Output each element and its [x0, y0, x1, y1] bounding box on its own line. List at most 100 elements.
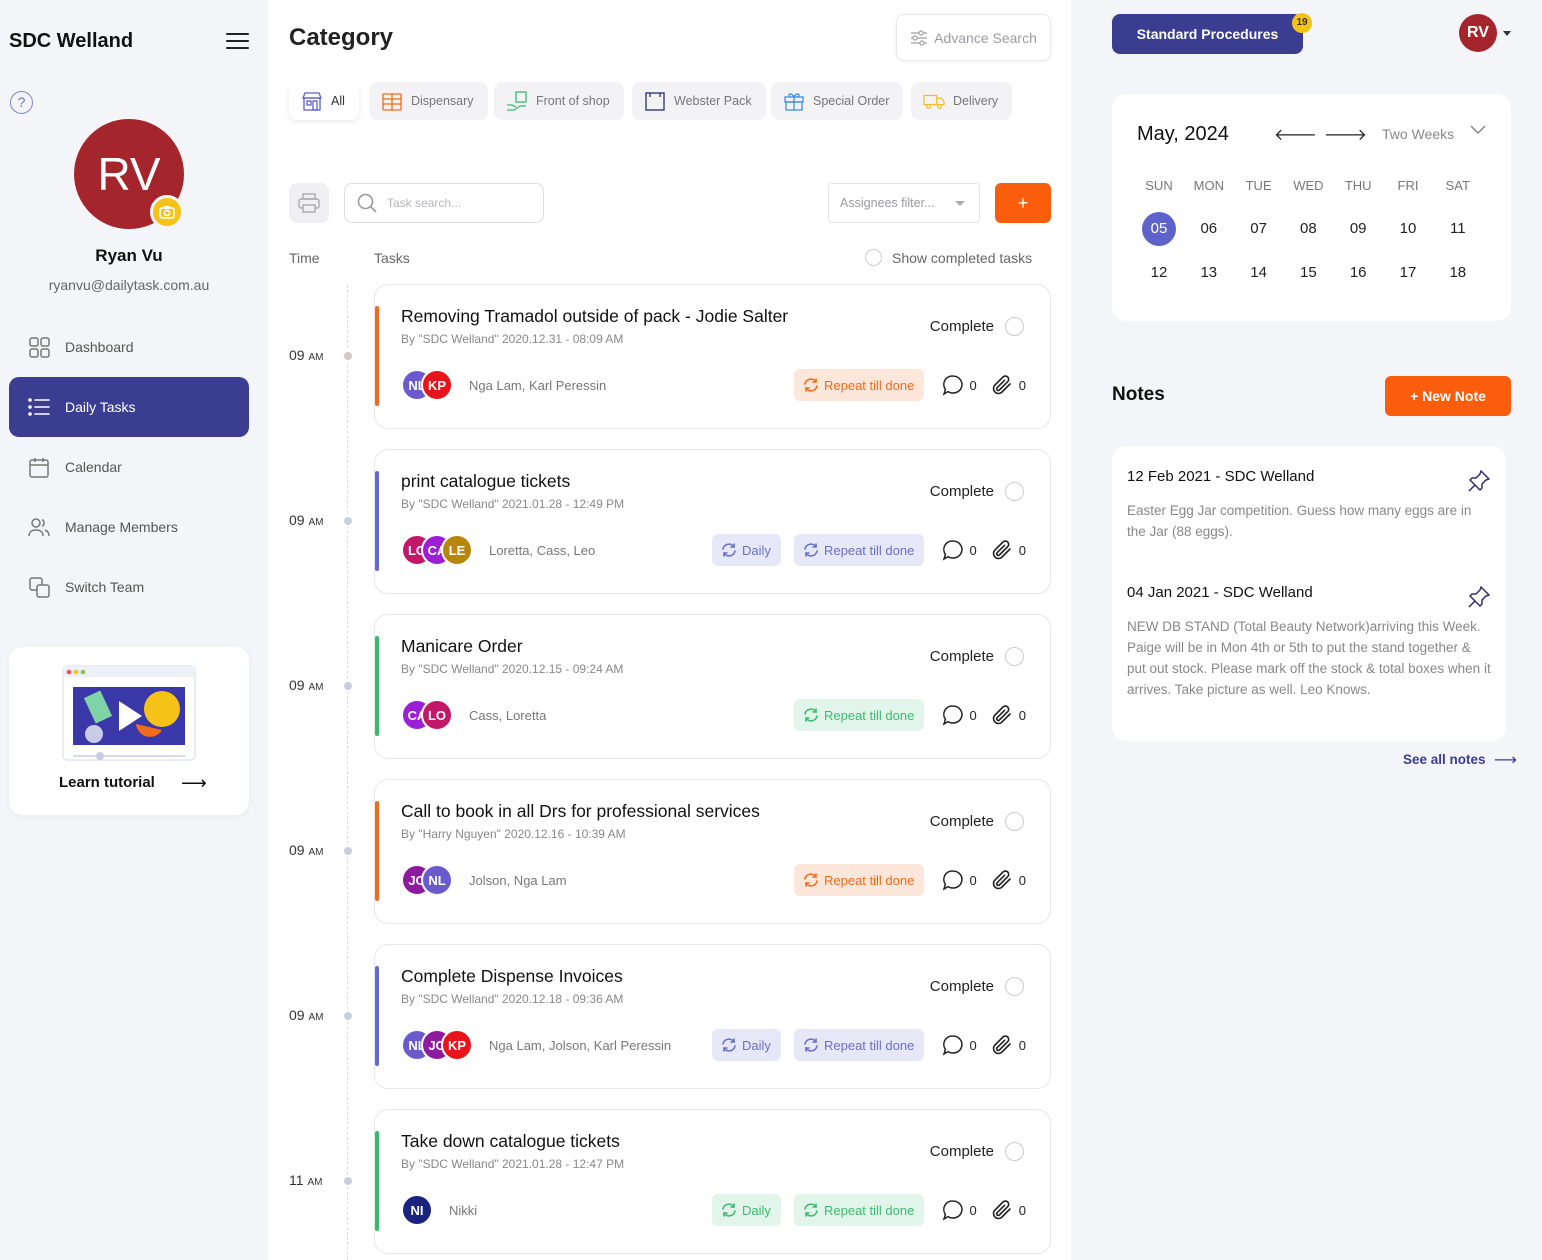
repeat-till-done-badge[interactable]: Repeat till done	[794, 369, 925, 401]
tutorial-card[interactable]: Learn tutorial ⟶	[9, 647, 249, 815]
paperclip-icon[interactable]	[991, 1199, 1013, 1221]
tab-delivery[interactable]: Delivery	[911, 82, 1013, 120]
task-time: 09 AM	[289, 512, 323, 528]
repeat-till-done-badge[interactable]: Repeat till done	[794, 1029, 925, 1061]
tab-webster-pack[interactable]: Webster Pack	[632, 82, 766, 120]
task-title[interactable]: Manicare Order	[401, 636, 523, 657]
comment-icon[interactable]	[942, 1199, 964, 1221]
arrow-right-icon[interactable]: ⟶	[1494, 750, 1517, 770]
repeat-till-done-badge[interactable]: Repeat till done	[794, 1194, 925, 1226]
tab-front-of-shop[interactable]: Front of shop	[494, 82, 624, 120]
advance-search-button[interactable]: Advance Search	[896, 14, 1051, 61]
calendar-day[interactable]: 06	[1192, 212, 1226, 246]
task-title[interactable]: Call to book in all Drs for professional…	[401, 801, 760, 822]
complete-radio[interactable]	[1005, 647, 1024, 666]
repeat-till-done-badge[interactable]: Repeat till done	[794, 864, 925, 896]
task-card[interactable]: Complete Dispense Invoices By "SDC Wella…	[374, 944, 1051, 1089]
nav-item-calendar[interactable]: Calendar	[9, 437, 249, 497]
calendar-day[interactable]: 15	[1291, 256, 1325, 290]
calendar-day[interactable]: 13	[1192, 256, 1226, 290]
comment-icon[interactable]	[942, 539, 964, 561]
task-title[interactable]: Removing Tramadol outside of pack - Jodi…	[401, 306, 788, 327]
complete-toggle[interactable]: Complete	[930, 977, 1024, 996]
task-title[interactable]: Take down catalogue tickets	[401, 1131, 620, 1152]
comment-icon[interactable]	[942, 869, 964, 891]
calendar-day[interactable]: 16	[1341, 256, 1375, 290]
chevron-down-icon[interactable]	[1470, 125, 1486, 135]
calendar-day[interactable]: 07	[1242, 212, 1276, 246]
calendar-day[interactable]: 14	[1242, 256, 1276, 290]
calendar-day[interactable]: 09	[1341, 212, 1375, 246]
task-title[interactable]: print catalogue tickets	[401, 471, 570, 492]
task-counts: 0 0	[942, 1199, 1026, 1221]
task-card[interactable]: Removing Tramadol outside of pack - Jodi…	[374, 284, 1051, 429]
calendar-range-select[interactable]: Two Weeks	[1382, 126, 1454, 142]
tab-special-order[interactable]: Special Order	[771, 82, 904, 120]
complete-radio[interactable]	[1005, 317, 1024, 336]
complete-toggle[interactable]: Complete	[930, 317, 1024, 336]
next-arrow-icon[interactable]: 🡒	[1324, 124, 1367, 145]
daily-badge[interactable]: Daily	[712, 1029, 781, 1061]
paperclip-icon[interactable]	[991, 374, 1013, 396]
caret-down-icon[interactable]	[1503, 31, 1511, 36]
new-note-button[interactable]: + New Note	[1385, 376, 1511, 416]
task-search-box[interactable]	[344, 183, 544, 223]
nav-item-dashboard[interactable]: Dashboard	[9, 317, 249, 377]
see-all-notes-link[interactable]: See all notes	[1403, 752, 1486, 767]
task-card[interactable]: Call to book in all Drs for professional…	[374, 779, 1051, 924]
complete-toggle[interactable]: Complete	[930, 482, 1024, 501]
task-card[interactable]: print catalogue tickets By "SDC Welland"…	[374, 449, 1051, 594]
task-card[interactable]: Manicare Order By "SDC Welland" 2020.12.…	[374, 614, 1051, 759]
complete-radio[interactable]	[1005, 812, 1024, 831]
tab-dispensary[interactable]: Dispensary	[369, 82, 488, 120]
daily-badge[interactable]: Daily	[712, 534, 781, 566]
complete-radio[interactable]	[1005, 482, 1024, 501]
comment-icon[interactable]	[942, 704, 964, 726]
repeat-till-done-badge[interactable]: Repeat till done	[794, 534, 925, 566]
hamburger-menu-icon[interactable]	[226, 32, 249, 50]
paperclip-icon[interactable]	[991, 704, 1013, 726]
camera-icon[interactable]	[150, 195, 184, 229]
calendar-day[interactable]: 08	[1291, 212, 1325, 246]
complete-toggle[interactable]: Complete	[930, 647, 1024, 666]
print-button[interactable]	[289, 183, 329, 223]
nav-item-manage-members[interactable]: Manage Members	[9, 497, 249, 557]
complete-radio[interactable]	[1005, 977, 1024, 996]
calendar-day[interactable]: 11	[1441, 212, 1475, 246]
calendar-day[interactable]: 18	[1441, 256, 1475, 290]
help-icon[interactable]: ?	[10, 91, 33, 114]
calendar-day[interactable]: 10	[1391, 212, 1425, 246]
standard-procedures-button[interactable]: Standard Procedures	[1112, 14, 1303, 54]
complete-toggle[interactable]: Complete	[930, 1142, 1024, 1161]
complete-toggle[interactable]: Complete	[930, 812, 1024, 831]
show-completed-toggle[interactable]: Show completed tasks	[865, 249, 1032, 266]
repeat-till-done-badge[interactable]: Repeat till done	[794, 699, 925, 731]
user-avatar-menu[interactable]: RV	[1459, 14, 1497, 52]
pin-icon[interactable]	[1467, 469, 1491, 498]
complete-radio[interactable]	[1005, 1142, 1024, 1161]
task-search-input[interactable]	[387, 196, 527, 210]
calendar-day[interactable]: 17	[1391, 256, 1425, 290]
add-task-button[interactable]: +	[995, 183, 1051, 223]
calendar-day[interactable]: 05	[1142, 212, 1176, 246]
comment-count: 0	[969, 1202, 977, 1218]
comment-icon[interactable]	[942, 1034, 964, 1056]
paperclip-icon[interactable]	[991, 869, 1013, 891]
paperclip-icon[interactable]	[991, 539, 1013, 561]
daily-badge[interactable]: Daily	[712, 1194, 781, 1226]
pin-icon[interactable]	[1467, 585, 1491, 614]
weekday-label: SAT	[1445, 178, 1470, 193]
show-completed-radio[interactable]	[865, 249, 882, 266]
calendar-day[interactable]: 12	[1142, 256, 1176, 290]
paperclip-icon[interactable]	[991, 1034, 1013, 1056]
tab-label: Delivery	[953, 94, 999, 108]
nav-item-daily-tasks[interactable]: Daily Tasks	[9, 377, 249, 437]
tab-all[interactable]: All	[289, 82, 359, 120]
task-title[interactable]: Complete Dispense Invoices	[401, 966, 623, 987]
nav-item-switch-team[interactable]: Switch Team	[9, 557, 249, 617]
prev-arrow-icon[interactable]: 🡐	[1274, 124, 1317, 145]
comment-icon[interactable]	[942, 374, 964, 396]
task-card[interactable]: Take down catalogue tickets By "SDC Well…	[374, 1109, 1051, 1254]
task-counts: 0 0	[942, 1034, 1026, 1056]
assignees-filter-select[interactable]: Assignees filter...	[828, 183, 980, 223]
